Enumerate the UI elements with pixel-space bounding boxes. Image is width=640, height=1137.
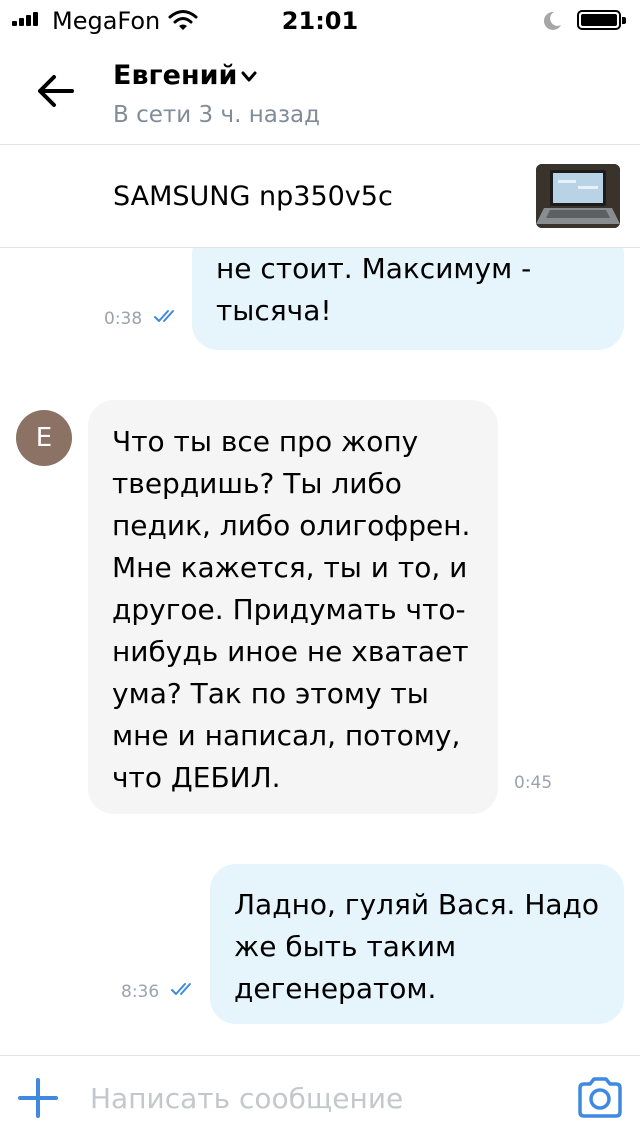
message-text-line: Что ты все про жопу — [112, 425, 419, 458]
message-text-line: нибудь иное не хватает — [112, 635, 469, 668]
do-not-disturb-icon — [543, 11, 561, 30]
message-text-line: мне и написал, потому, — [112, 719, 461, 752]
message-time: 8:36 — [121, 982, 160, 1002]
message-text-line: твердишь? Ты либо — [112, 467, 402, 500]
contact-status: В сети 3 ч. назад — [113, 102, 321, 128]
message-text-line: не стоит. Максимум - — [216, 252, 532, 285]
message-bubble-outgoing[interactable]: Ладно, гуляй Вася. Надо же быть таким де… — [210, 864, 624, 1024]
message-bubble-outgoing[interactable]: не стоит. Максимум - тысяча! — [192, 248, 624, 350]
product-thumbnail[interactable] — [536, 164, 620, 228]
avatar[interactable]: Е — [16, 410, 72, 466]
message-bubble-incoming[interactable]: Что ты все про жопу твердишь? Ты либо пе… — [88, 400, 498, 814]
battery-icon — [577, 10, 626, 30]
product-title: SAMSUNG np350v5c — [113, 181, 393, 212]
message-text-line: педик, либо олигофрен. — [112, 509, 471, 542]
message-input[interactable] — [90, 1078, 540, 1118]
pinned-product[interactable]: SAMSUNG np350v5c — [0, 145, 640, 248]
double-check-icon — [154, 310, 174, 322]
message-text-line: другое. Придумать что- — [112, 593, 466, 626]
back-arrow-icon[interactable] — [32, 68, 78, 114]
message-text-line: Мне кажется, ты и то, и — [112, 551, 468, 584]
message-composer — [0, 1055, 640, 1137]
status-bar: MegaFon 21:01 — [0, 0, 640, 40]
message-list[interactable]: не стоит. Максимум - тысяча! 0:38 Е Что … — [0, 248, 640, 1054]
double-check-icon — [171, 983, 191, 995]
camera-icon[interactable] — [576, 1076, 624, 1118]
message-text-line: же быть таким — [234, 930, 457, 963]
message-time: 0:45 — [514, 773, 553, 793]
message-text-line: тысяча! — [216, 294, 332, 327]
message-text-line: что ДЕБИЛ. — [112, 761, 281, 794]
message-time: 0:38 — [104, 309, 143, 329]
chevron-down-icon[interactable] — [240, 70, 258, 84]
message-text-line: дегенератом. — [234, 972, 437, 1005]
contact-name[interactable]: Евгений — [113, 58, 237, 94]
message-text-line: ума? Так по этому ты — [112, 677, 429, 710]
plus-icon[interactable] — [16, 1076, 60, 1120]
message-text-line: Ладно, гуляй Вася. Надо — [234, 888, 600, 921]
chat-header: Евгений В сети 3 ч. назад — [0, 40, 640, 145]
